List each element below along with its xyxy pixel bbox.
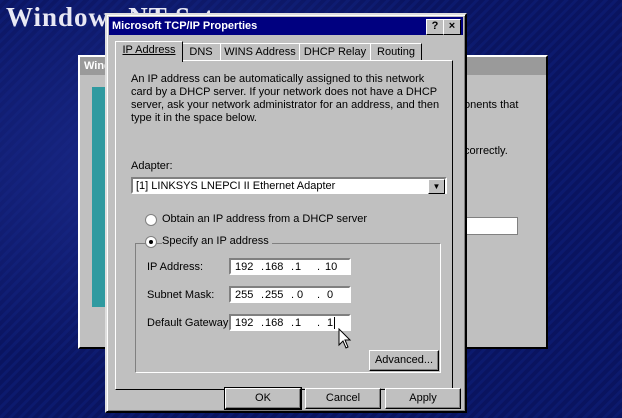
subnet-octet-1: 255 bbox=[235, 289, 254, 301]
tab-dns[interactable]: DNS bbox=[181, 43, 221, 61]
subnet-octet-3: 0 bbox=[297, 289, 304, 301]
text-caret bbox=[334, 317, 335, 329]
octet-separator: . bbox=[317, 317, 321, 329]
subnet-mask-field[interactable]: 255 . 255 . 0 . 0 bbox=[229, 286, 351, 303]
radio-dhcp-label[interactable]: Obtain an IP address from a DHCP server bbox=[162, 213, 367, 225]
ip-octet-2: 168 bbox=[265, 261, 284, 273]
cancel-button[interactable]: Cancel bbox=[305, 388, 381, 409]
ip-address-field[interactable]: 192 . 168 . 1 . 10 bbox=[229, 258, 351, 275]
intro-text: An IP address can be automatically assig… bbox=[131, 73, 440, 124]
subnet-octet-2: 255 bbox=[265, 289, 284, 301]
ip-address-label: IP Address: bbox=[147, 261, 204, 273]
help-icon[interactable]: ? bbox=[426, 19, 444, 35]
octet-separator: . bbox=[261, 261, 265, 273]
gateway-octet-2: 168 bbox=[265, 317, 284, 329]
octet-separator: . bbox=[317, 261, 321, 273]
radio-specify-label[interactable]: Specify an IP address bbox=[162, 235, 272, 247]
adapter-value: [1] LINKSYS LNEPCI II Ethernet Adapter bbox=[136, 180, 336, 192]
gateway-octet-1: 192 bbox=[235, 317, 254, 329]
apply-button[interactable]: Apply bbox=[385, 388, 461, 409]
tcpip-properties-dialog: Microsoft TCP/IP Properties ? × IP Addre… bbox=[105, 13, 467, 413]
tab-dhcp-relay[interactable]: DHCP Relay bbox=[299, 43, 371, 61]
tab-wins-address[interactable]: WINS Address bbox=[220, 43, 300, 61]
default-gateway-field[interactable]: 192 . 168 . 1 . 1 bbox=[229, 314, 351, 331]
radio-selected-dot bbox=[149, 240, 153, 244]
radio-dhcp[interactable] bbox=[145, 214, 157, 226]
octet-separator: . bbox=[261, 317, 265, 329]
ok-button[interactable]: OK bbox=[224, 387, 302, 410]
subnet-octet-4: 0 bbox=[327, 289, 334, 301]
background-field bbox=[460, 217, 518, 235]
gateway-octet-3: 1 bbox=[295, 317, 302, 329]
adapter-label: Adapter: bbox=[131, 160, 173, 172]
background-text-components: onents that bbox=[464, 99, 519, 111]
octet-separator: . bbox=[261, 289, 265, 301]
dropdown-arrow-icon[interactable]: ▼ bbox=[428, 179, 445, 194]
close-icon[interactable]: × bbox=[443, 19, 461, 35]
radio-specify[interactable] bbox=[145, 236, 157, 248]
tab-routing[interactable]: Routing bbox=[370, 43, 422, 61]
ip-octet-3: 1 bbox=[295, 261, 302, 273]
octet-separator: . bbox=[317, 289, 321, 301]
octet-separator: . bbox=[291, 261, 295, 273]
octet-separator: . bbox=[291, 317, 295, 329]
adapter-select[interactable]: [1] LINKSYS LNEPCI II Ethernet Adapter ▼ bbox=[131, 177, 447, 194]
octet-separator: . bbox=[291, 289, 295, 301]
ip-octet-4: 10 bbox=[325, 261, 338, 273]
ip-octet-1: 192 bbox=[235, 261, 254, 273]
dialog-title: Microsoft TCP/IP Properties bbox=[112, 20, 258, 32]
background-text-correctly: correctly. bbox=[464, 145, 508, 157]
advanced-button[interactable]: Advanced... bbox=[369, 350, 439, 371]
subnet-mask-label: Subnet Mask: bbox=[147, 289, 215, 301]
default-gateway-label: Default Gateway: bbox=[147, 317, 232, 329]
gateway-octet-4: 1 bbox=[327, 317, 334, 329]
tab-ip-address[interactable]: IP Address bbox=[115, 41, 183, 62]
mouse-cursor-icon bbox=[338, 328, 352, 349]
dialog-titlebar: Microsoft TCP/IP Properties ? × bbox=[109, 17, 463, 35]
